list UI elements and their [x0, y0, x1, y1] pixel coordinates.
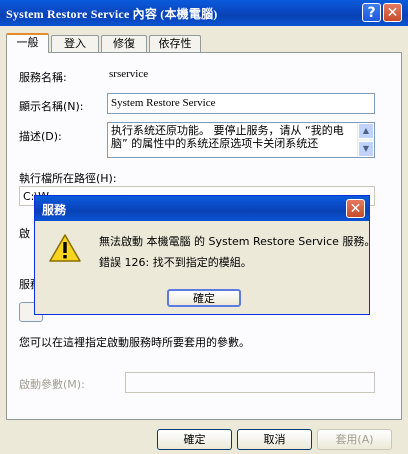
description-field[interactable]: 执行系统还原功能。 要停止服务，请从 “我的电脑” 的属性中的系统还原选项卡关闭…: [107, 122, 375, 158]
description-text: 执行系统还原功能。 要停止服务，请从 “我的电脑” 的属性中的系统还原选项卡关闭…: [111, 124, 344, 150]
startup-type-label: 啟: [19, 227, 30, 240]
title-bar: System Restore Service 內容 (本機電腦) ? ✕: [0, 0, 408, 26]
path-label: 執行檔所在路徑(H):: [19, 172, 117, 185]
window-title: System Restore Service 內容 (本機電腦): [6, 7, 218, 21]
service-name-value: srservice: [109, 68, 149, 80]
tab-logon[interactable]: 登入: [51, 35, 99, 52]
dialog-close-button[interactable]: ✕: [346, 199, 365, 218]
service-name-label: 服務名稱:: [19, 71, 67, 84]
tab-recovery[interactable]: 修復: [101, 35, 147, 52]
startup-params-field[interactable]: [125, 372, 375, 393]
dialog-title: 服務: [42, 203, 67, 217]
help-button[interactable]: ?: [362, 3, 381, 22]
cancel-button[interactable]: 取消: [237, 429, 312, 450]
scroll-down-icon[interactable]: ▼: [358, 141, 374, 157]
params-hint: 您可以在這裡指定啟動服務時所要套用的參數。: [19, 336, 250, 349]
apply-button[interactable]: 套用(A): [317, 429, 392, 450]
dialog-title-bar: 服務 ✕: [35, 196, 369, 221]
display-name-field[interactable]: System Restore Service: [107, 93, 375, 114]
tab-dependencies[interactable]: 依存性: [149, 35, 201, 52]
description-label: 描述(D):: [19, 130, 62, 143]
dialog-ok-button[interactable]: 確定: [167, 289, 241, 307]
close-button[interactable]: ✕: [383, 3, 402, 22]
warning-icon: [49, 234, 81, 262]
display-name-value: System Restore Service: [111, 97, 216, 109]
tab-general[interactable]: 一般: [6, 33, 49, 53]
scroll-up-icon[interactable]: ▲: [358, 123, 374, 139]
ok-button[interactable]: 確定: [157, 429, 232, 450]
dialog-message: 無法啟動 本機電腦 的 System Restore Service 服務。: [99, 235, 376, 248]
description-scrollbar[interactable]: ▲ ▼: [357, 123, 374, 157]
error-dialog: 服務 ✕ 無法啟動 本機電腦 的 System Restore Service …: [34, 195, 375, 315]
dialog-error-text: 錯誤 126: 找不到指定的模組。: [99, 256, 252, 269]
display-name-label: 顯示名稱(N):: [19, 100, 84, 113]
startup-params-label: 啟動參數(M):: [19, 378, 85, 391]
